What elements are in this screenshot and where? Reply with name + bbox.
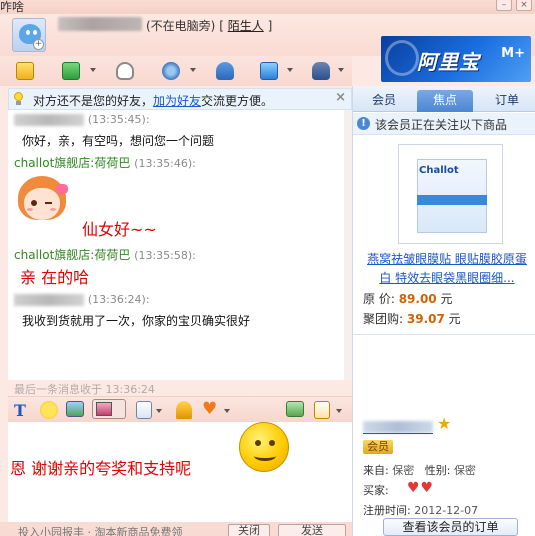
camera-icon — [162, 62, 180, 80]
banner-swirl-icon — [385, 40, 419, 76]
add-friend-link[interactable]: 加为好友 — [153, 94, 201, 108]
divider — [353, 334, 535, 335]
stranger-link[interactable]: 陌生人 — [228, 19, 264, 33]
police-icon — [312, 62, 330, 80]
right-panel: 会员 焦点 订单 ! 该会员正在关注以下商品 Challot 燕窝祛皱眼膜贴 眼… — [352, 86, 535, 536]
screenshot-button[interactable] — [92, 399, 126, 419]
tab-orders[interactable]: 订单 — [481, 90, 533, 112]
heart-icon[interactable]: ♥ — [202, 401, 220, 418]
font-icon[interactable]: T — [14, 401, 32, 420]
message-header: (13:35:45): — [14, 112, 150, 126]
sender-name-redacted — [14, 113, 84, 126]
star-icon: ★ — [437, 414, 452, 433]
bell-icon[interactable] — [176, 401, 192, 419]
emoticon-icon[interactable] — [40, 401, 58, 419]
quick-reply-icon[interactable] — [286, 401, 304, 417]
microphone-icon — [116, 62, 134, 80]
buyer-label: 买家: — [363, 484, 389, 497]
product-image[interactable]: Challot — [398, 144, 503, 244]
history-scrollbar[interactable] — [344, 110, 352, 380]
chat-toolbar — [0, 56, 352, 86]
view-orders-button[interactable]: 查看该会员的订单 — [383, 518, 518, 536]
product-brand: Challot — [419, 165, 459, 176]
original-price: 89.00 — [398, 292, 437, 306]
send-button[interactable]: 发送 — [278, 524, 346, 536]
info-icon: ! — [357, 117, 370, 130]
transfer-icon — [16, 62, 34, 80]
add-contact-button[interactable] — [214, 60, 236, 82]
tab-focus[interactable]: 焦点 — [417, 90, 473, 112]
history-dropdown-icon[interactable] — [156, 409, 162, 413]
screenshot-icon — [96, 402, 112, 416]
input-text[interactable]: 恩 谢谢亲的夸奖和支持呢 — [10, 455, 191, 479]
member-registered: 注册时间: 2012-12-07 — [363, 504, 479, 517]
vip-badge: 会员 — [363, 440, 393, 454]
close-button[interactable]: 关闭 — [228, 524, 270, 536]
service-dropdown-icon[interactable] — [338, 68, 344, 72]
message-text: 亲 在的哈 — [20, 268, 90, 287]
product-title-link[interactable]: 燕窝祛皱眼膜贴 眼贴膜胶原蛋白 特效去眼袋黑眼圈细... — [363, 250, 531, 288]
contact-name-redacted — [58, 17, 142, 31]
notice-text: 对方还不是您的好友，加为好友交流更方便。 — [33, 94, 274, 108]
member-name-redacted[interactable] — [363, 421, 433, 433]
focus-info: ! 该会员正在关注以下商品 — [353, 113, 535, 135]
member-origin: 来自: 保密 性别: 保密 — [363, 464, 476, 477]
original-price-row: 原 价: 89.00 元 — [363, 292, 453, 306]
message-text: 我收到货就用了一次，你家的宝贝确实很好 — [22, 314, 251, 328]
close-window-button[interactable]: × — [516, 0, 532, 11]
history-record-icon[interactable] — [136, 401, 152, 419]
message-text: 仙女好~~ — [82, 220, 157, 239]
add-badge-icon: + — [33, 39, 44, 50]
voice-button[interactable] — [114, 60, 136, 82]
contact-status: (不在电脑旁) [ 陌生人 ] — [146, 19, 273, 33]
shop-sender-name[interactable]: challot旗舰店:荷荷巴 — [14, 156, 130, 170]
heart-dropdown-icon[interactable] — [224, 409, 230, 413]
video-dropdown-icon[interactable] — [190, 68, 196, 72]
group-price-row: 聚团购: 39.07 元 — [363, 312, 461, 326]
video-button[interactable] — [160, 60, 182, 82]
buyer-level-hearts-icon: ♥♥ — [407, 480, 435, 496]
group-price: 39.07 — [406, 312, 445, 326]
close-notice-icon[interactable]: × — [335, 90, 346, 105]
message-input[interactable]: 恩 谢谢亲的夸奖和支持呢 — [8, 422, 352, 522]
last-message-time: 最后一条消息收于 13:36:24 — [14, 383, 155, 396]
contact-avatar[interactable]: + — [12, 18, 46, 52]
lightbulb-icon — [13, 92, 23, 106]
share-dropdown-icon[interactable] — [287, 68, 293, 72]
monitor-icon — [260, 62, 278, 80]
message-header: challot旗舰店:荷荷巴 (13:35:46): — [14, 156, 196, 170]
minimize-button[interactable]: – — [496, 0, 512, 11]
girl-emoticon-icon — [16, 176, 72, 232]
add-user-icon — [216, 62, 234, 80]
document-dropdown-icon[interactable] — [336, 409, 342, 413]
service-button[interactable] — [310, 60, 332, 82]
banner-logo: 阿里宝 — [417, 50, 480, 74]
transfer-file-button[interactable] — [14, 60, 36, 82]
folder-icon — [62, 62, 80, 80]
bottom-bar: 投入小园报丰 · 淘本新商品免费领 关闭 发送 — [0, 522, 352, 536]
message-text: 你好，亲，有空吗，想问您一个问题 — [22, 134, 215, 148]
send-file-dropdown-icon[interactable] — [90, 68, 96, 72]
ad-banner[interactable]: 阿里宝 M+ — [381, 36, 531, 82]
image-icon[interactable] — [66, 401, 84, 417]
title-bar: 咋啥 – × — [0, 0, 535, 14]
share-screen-button[interactable] — [258, 60, 280, 82]
smiley-emoticon-icon — [239, 422, 289, 472]
banner-suffix: M+ — [501, 46, 525, 61]
sender-name-redacted — [14, 293, 84, 306]
message-header: (13:36:24): — [14, 292, 150, 306]
tab-member[interactable]: 会员 — [359, 90, 409, 112]
message-header: challot旗舰店:荷荷巴 (13:35:58): — [14, 248, 196, 262]
right-tabs: 会员 焦点 订单 — [353, 86, 535, 112]
bottom-ad-link[interactable]: 投入小园报丰 · 淘本新商品免费领 — [18, 524, 183, 536]
friend-notice: 对方还不是您的好友，加为好友交流更方便。 × — [8, 88, 352, 110]
shop-sender-name[interactable]: challot旗舰店:荷荷巴 — [14, 248, 130, 262]
chat-history[interactable]: (13:35:45): 你好，亲，有空吗，想问您一个问题 challot旗舰店:… — [8, 110, 352, 380]
input-toolbar: T ♥ — [8, 396, 352, 422]
document-icon[interactable] — [314, 401, 330, 419]
window-title: 咋啥 — [0, 0, 25, 14]
send-file-button[interactable] — [60, 60, 82, 82]
